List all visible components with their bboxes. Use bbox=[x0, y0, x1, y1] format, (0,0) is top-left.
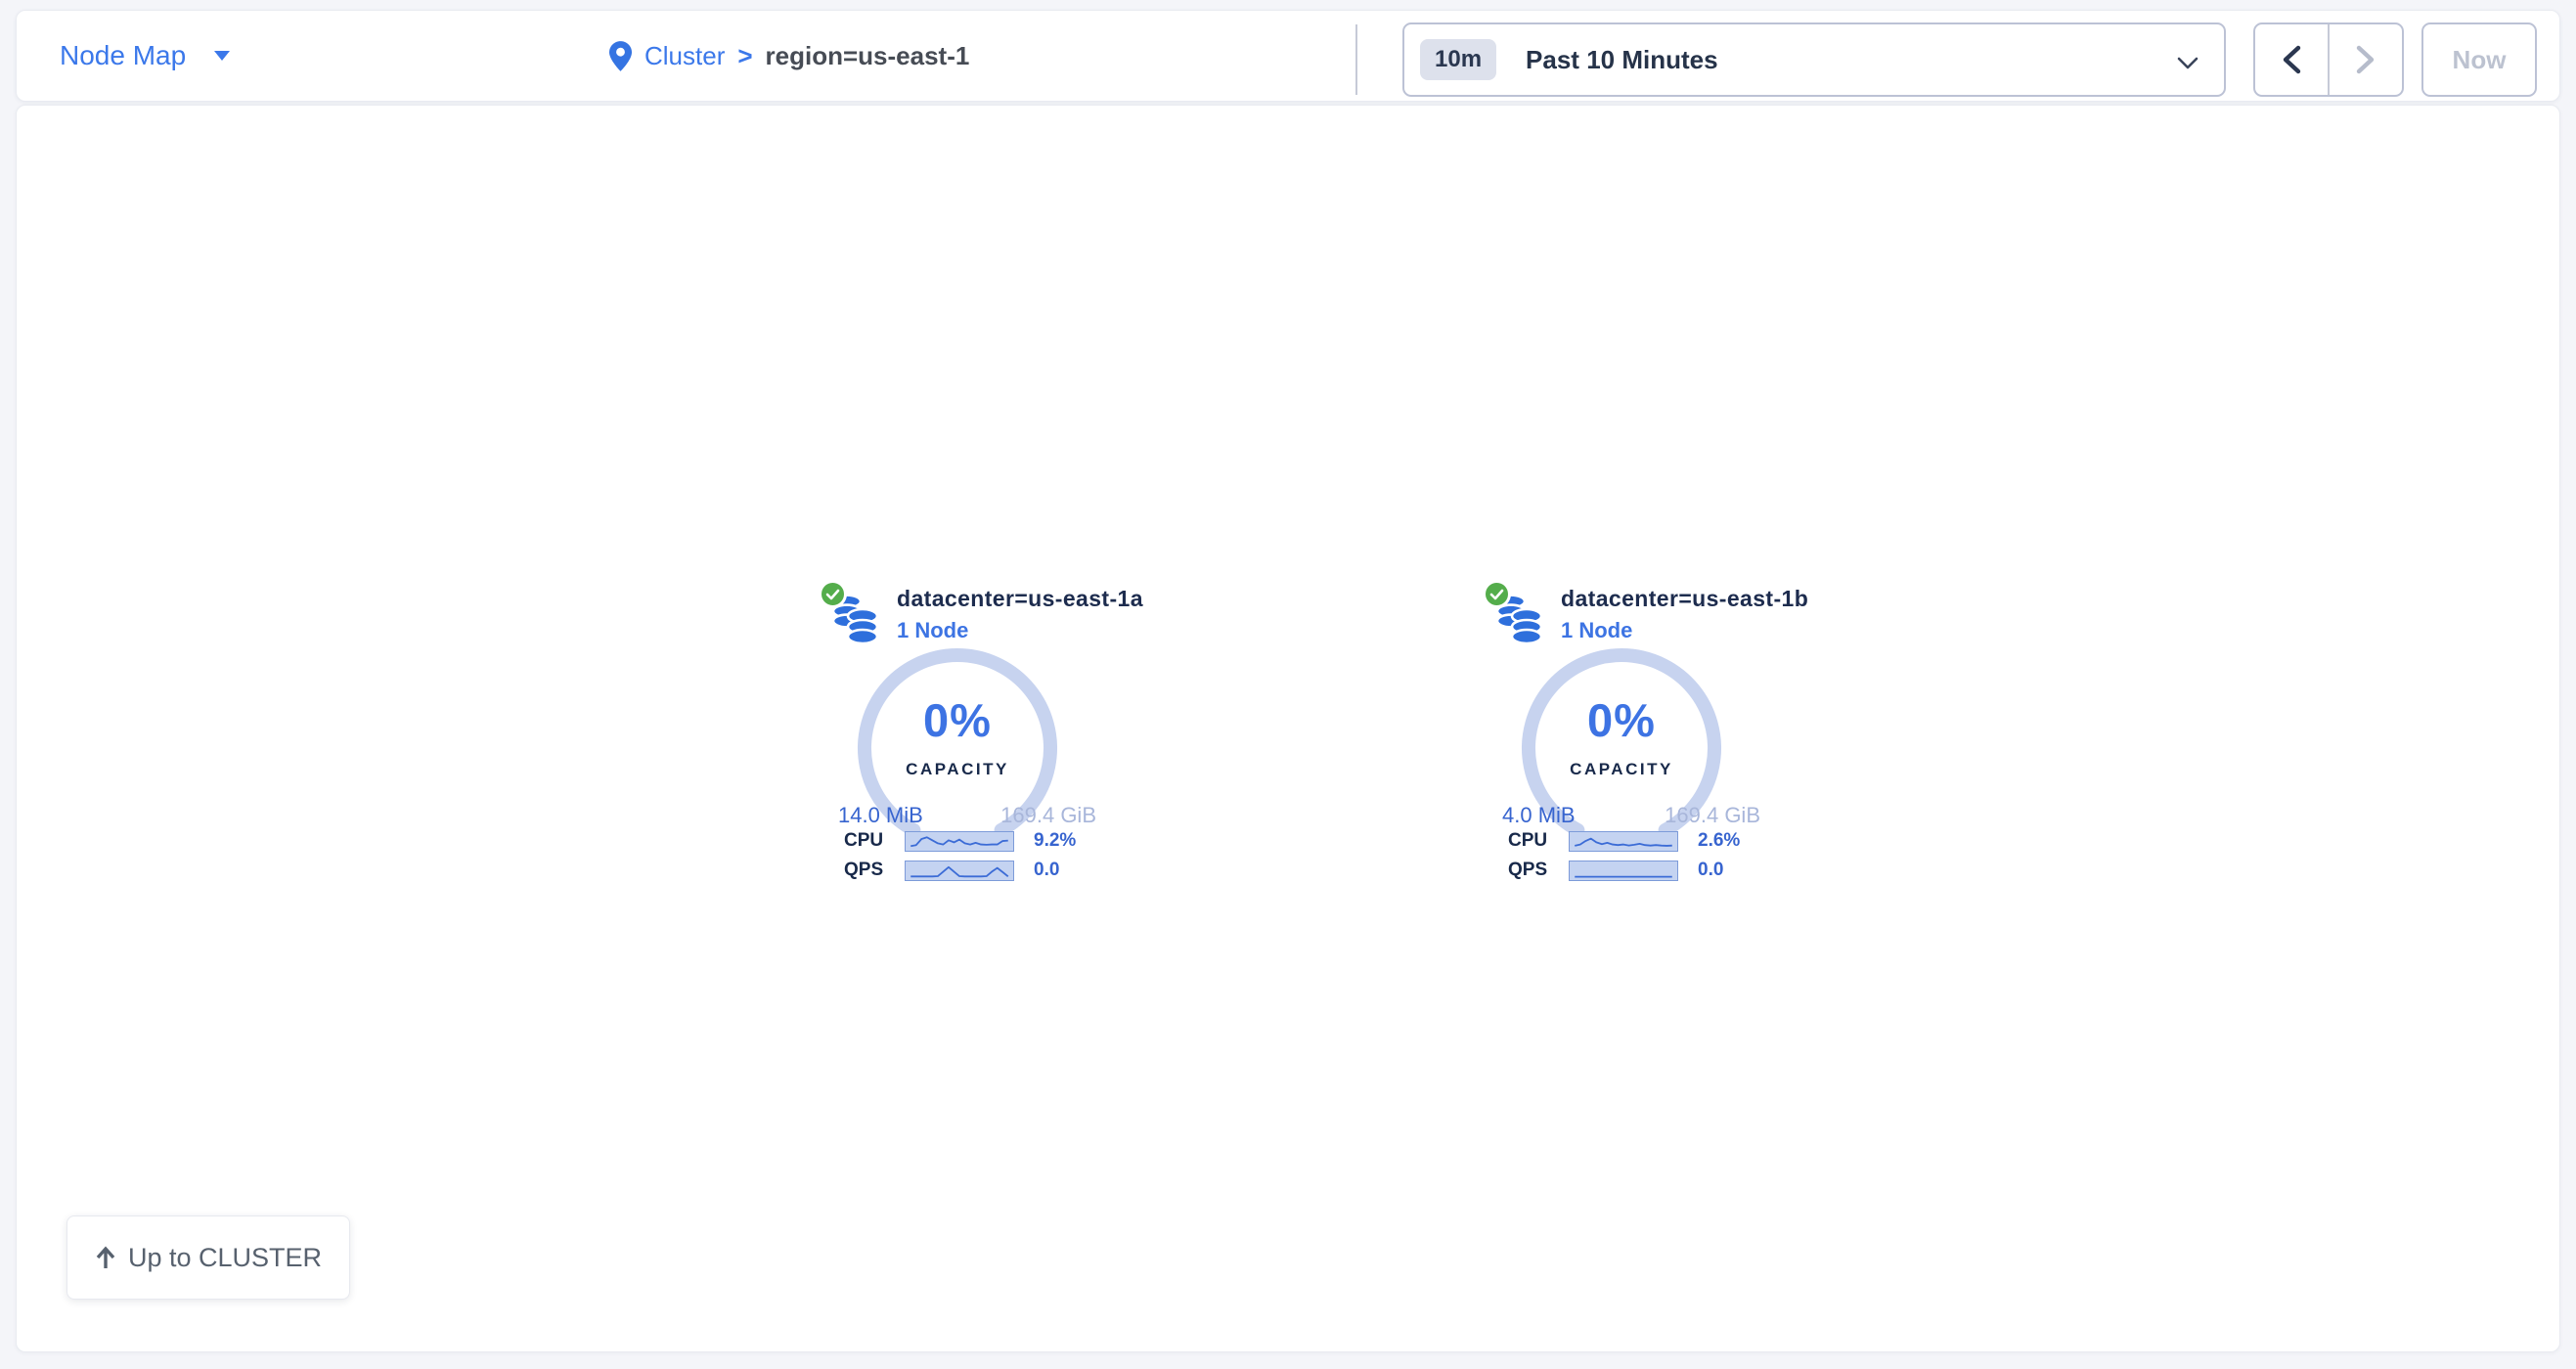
capacity-values: 14.0 MiB 169.4 GiB bbox=[838, 803, 1096, 828]
capacity-percent: 0% bbox=[815, 693, 1100, 747]
cpu-label: CPU bbox=[844, 830, 895, 852]
view-selector-dropdown[interactable]: Node Map bbox=[60, 11, 231, 101]
cpu-metric-row: CPU 2.6% bbox=[1508, 830, 1764, 852]
check-circle-icon bbox=[819, 580, 847, 608]
time-range-label: Past 10 Minutes bbox=[1526, 45, 1718, 75]
locality-title: datacenter=us-east-1a bbox=[897, 586, 1143, 612]
time-range-badge: 10m bbox=[1420, 39, 1496, 80]
cpu-value: 9.2% bbox=[1034, 830, 1076, 852]
breadcrumb: Cluster > region=us-east-1 bbox=[609, 11, 969, 101]
qps-sparkline bbox=[1569, 861, 1678, 881]
cpu-value: 2.6% bbox=[1698, 830, 1740, 852]
locality-header: datacenter=us-east-1a 1 Node bbox=[897, 586, 1143, 643]
chevron-right-icon bbox=[2356, 45, 2376, 74]
capacity-percent: 0% bbox=[1479, 693, 1764, 747]
time-range-dropdown[interactable]: 10m Past 10 Minutes bbox=[1402, 22, 2226, 97]
locality-card-us-east-1a[interactable]: datacenter=us-east-1a 1 Node 0% CAPACITY… bbox=[815, 576, 1100, 899]
chevron-down-icon bbox=[2177, 57, 2198, 69]
cpu-metric-row: CPU 9.2% bbox=[844, 830, 1100, 852]
qps-sparkline bbox=[905, 861, 1014, 881]
chevron-left-icon bbox=[2282, 45, 2301, 74]
up-to-cluster-button[interactable]: Up to CLUSTER bbox=[67, 1215, 350, 1300]
breadcrumb-current: region=us-east-1 bbox=[766, 41, 970, 71]
capacity-label: CAPACITY bbox=[1479, 760, 1764, 779]
arrow-up-icon bbox=[95, 1246, 116, 1270]
time-step-back-button[interactable] bbox=[2255, 24, 2330, 95]
qps-metric-row: QPS 0.0 bbox=[1508, 860, 1764, 881]
time-step-forward-button[interactable] bbox=[2330, 24, 2402, 95]
breadcrumb-cluster-link[interactable]: Cluster bbox=[644, 41, 725, 71]
locality-node-count: 1 Node bbox=[1561, 618, 1808, 643]
breadcrumb-separator: > bbox=[737, 41, 752, 71]
cpu-sparkline bbox=[1569, 831, 1678, 852]
capacity-total: 169.4 GiB bbox=[1665, 803, 1760, 828]
qps-metric-row: QPS 0.0 bbox=[844, 860, 1100, 881]
location-pin-icon bbox=[609, 41, 632, 71]
locality-card-us-east-1b[interactable]: datacenter=us-east-1b 1 Node 0% CAPACITY… bbox=[1479, 576, 1764, 899]
check-circle-icon bbox=[1483, 580, 1511, 608]
capacity-used: 14.0 MiB bbox=[838, 803, 923, 828]
qps-label: QPS bbox=[1508, 860, 1559, 881]
now-button[interactable]: Now bbox=[2421, 22, 2537, 97]
up-to-cluster-label: Up to CLUSTER bbox=[128, 1243, 322, 1273]
qps-value: 0.0 bbox=[1034, 860, 1059, 881]
caret-down-icon bbox=[213, 50, 231, 62]
node-map-canvas: datacenter=us-east-1a 1 Node 0% CAPACITY… bbox=[16, 105, 2560, 1352]
view-selector-label: Node Map bbox=[60, 40, 186, 71]
cpu-sparkline bbox=[905, 831, 1014, 852]
capacity-total: 169.4 GiB bbox=[1000, 803, 1096, 828]
qps-value: 0.0 bbox=[1698, 860, 1723, 881]
time-step-buttons bbox=[2253, 22, 2404, 97]
cpu-label: CPU bbox=[1508, 830, 1559, 852]
locality-title: datacenter=us-east-1b bbox=[1561, 586, 1808, 612]
capacity-label: CAPACITY bbox=[815, 760, 1100, 779]
locality-header: datacenter=us-east-1b 1 Node bbox=[1561, 586, 1808, 643]
top-toolbar: Node Map Cluster > region=us-east-1 10m … bbox=[16, 10, 2560, 102]
capacity-values: 4.0 MiB 169.4 GiB bbox=[1502, 803, 1760, 828]
header-divider bbox=[1355, 24, 1357, 95]
capacity-used: 4.0 MiB bbox=[1502, 803, 1576, 828]
qps-label: QPS bbox=[844, 860, 895, 881]
locality-node-count: 1 Node bbox=[897, 618, 1143, 643]
